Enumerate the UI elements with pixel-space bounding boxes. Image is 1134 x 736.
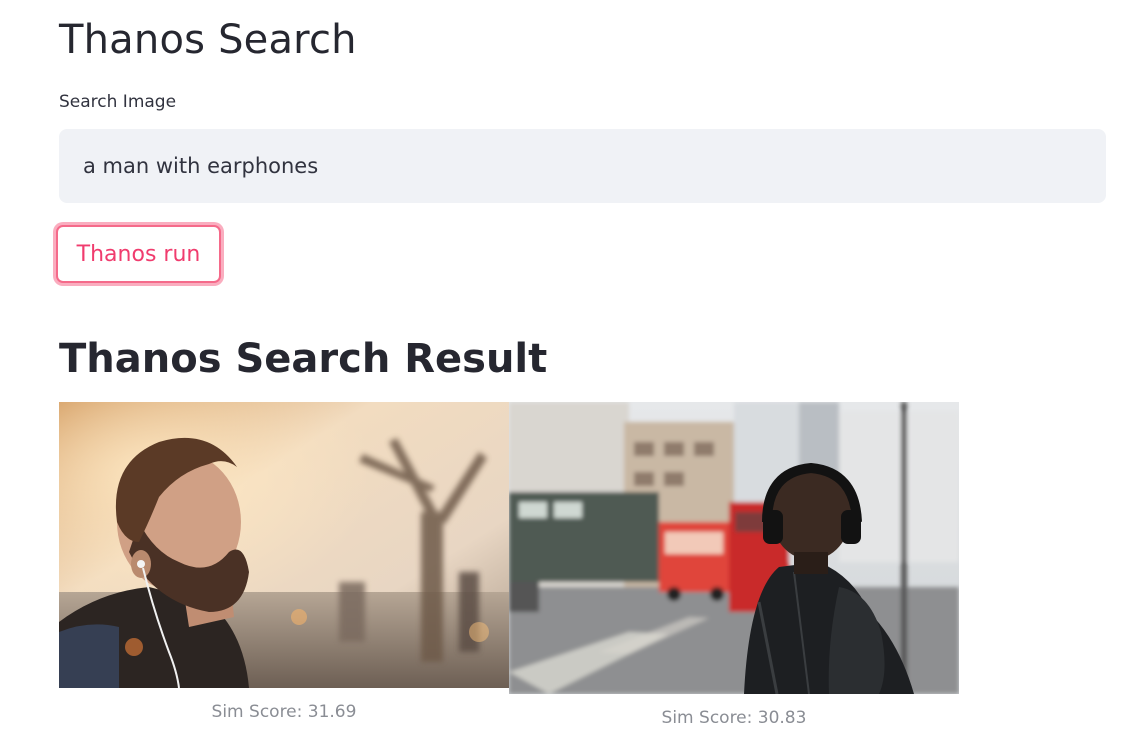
- search-input[interactable]: a man with earphones: [59, 129, 1106, 203]
- results-title: Thanos Search Result: [59, 336, 548, 382]
- result-caption: Sim Score: 31.69: [211, 702, 357, 722]
- result-card-2: Sim Score: 30.83: [509, 402, 959, 728]
- result-card-1: Sim Score: 31.69: [59, 402, 509, 722]
- app-page: Thanos Search Search Image a man with ea…: [0, 0, 1134, 736]
- result-image-man-headphones: [509, 402, 959, 694]
- thanos-run-button[interactable]: Thanos run: [56, 225, 221, 283]
- page-title: Thanos Search: [59, 17, 357, 63]
- result-caption: Sim Score: 30.83: [661, 708, 807, 728]
- search-input-label: Search Image: [59, 92, 177, 112]
- result-image-man-earbuds: [59, 402, 509, 688]
- search-input-value: a man with earphones: [83, 154, 319, 178]
